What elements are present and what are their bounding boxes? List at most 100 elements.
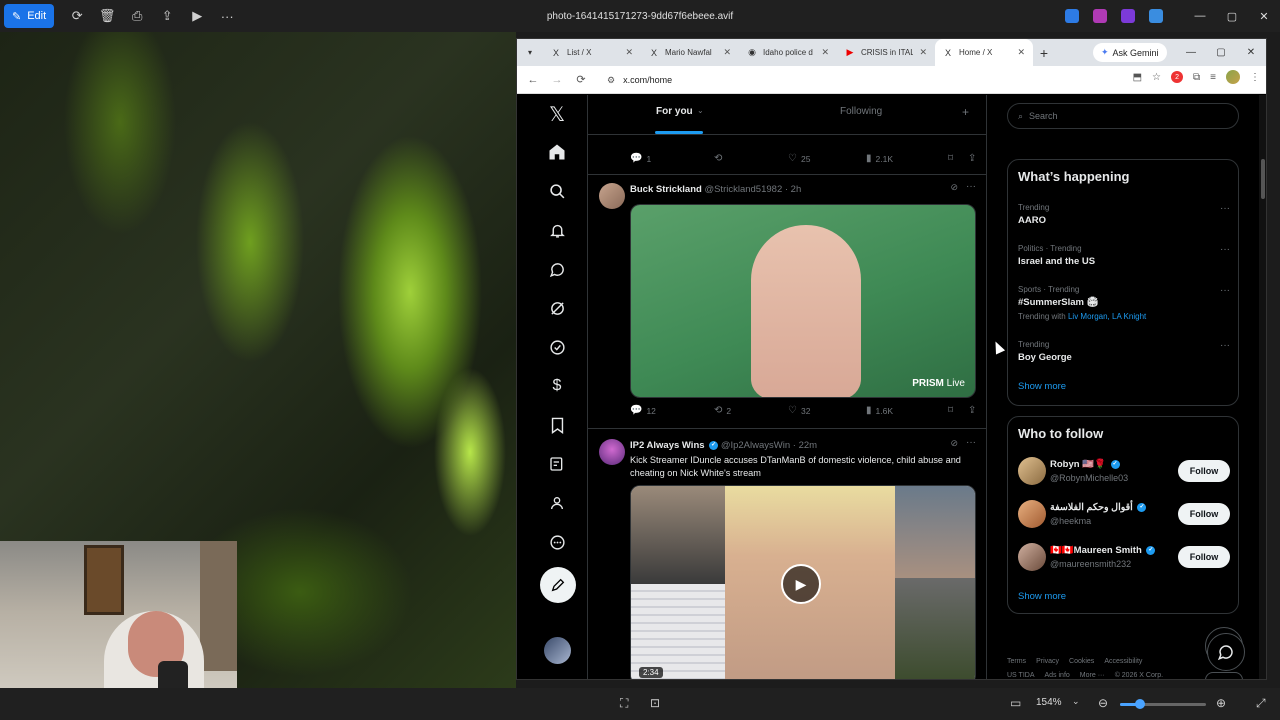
footer-link[interactable]: Terms	[1007, 658, 1026, 665]
menu-icon[interactable]: ⋮	[1250, 72, 1260, 83]
tab-home-x[interactable]: X Home / X ✕	[935, 39, 1033, 66]
notifications-bell-icon[interactable]	[544, 217, 570, 243]
share-button[interactable]: ⇪	[968, 405, 976, 416]
grok-explain-icon[interactable]: ⊘	[950, 438, 958, 449]
footer-link[interactable]: Privacy	[1036, 658, 1059, 665]
tab-idaho-police[interactable]: ◉ Idaho police d ✕	[739, 39, 837, 66]
monetization-icon[interactable]: $	[544, 373, 570, 399]
trend-related-link[interactable]: Liv Morgan, LA Knight	[1068, 312, 1146, 321]
trend-more-icon[interactable]: ···	[1220, 203, 1230, 214]
views-button[interactable]: ▮ 1.6K	[866, 405, 948, 416]
bookmarks-icon[interactable]	[544, 412, 570, 438]
tweet-more-icon[interactable]: ···	[966, 437, 976, 448]
repost-button[interactable]: ⟲ 2	[714, 405, 788, 416]
suggestion-avatar[interactable]	[1018, 543, 1046, 571]
tab-mario-nawfal[interactable]: X Mario Nawfal ✕	[641, 39, 739, 66]
explore-search-icon[interactable]	[544, 178, 570, 204]
trend-more-icon[interactable]: ···	[1220, 285, 1230, 296]
grok-explain-icon[interactable]: ⊘	[950, 182, 958, 193]
trend-item[interactable]: Politics · Trending Israel and the US ··…	[1018, 244, 1230, 267]
trend-item[interactable]: Sports · Trending #SummerSlam 🏟 Trending…	[1018, 285, 1230, 321]
like-button[interactable]: ♡ 32	[788, 405, 866, 416]
edit-button[interactable]: ✎ Edit	[4, 4, 55, 28]
tweet-video[interactable]: ▶ 2:34	[630, 485, 976, 679]
minimize-icon[interactable]: —	[1176, 39, 1206, 66]
cloud-icon[interactable]	[1149, 9, 1163, 23]
messages-icon[interactable]	[544, 256, 570, 282]
tab-list-x[interactable]: X List / X ✕	[543, 39, 641, 66]
zoom-out-icon[interactable]: ⊖	[1098, 696, 1108, 710]
slideshow-icon[interactable]: ▶	[182, 4, 212, 28]
follow-suggestion[interactable]: Robyn 🇺🇸🌹 ✓ @RobynMichelle03 Follow	[1018, 455, 1230, 489]
show-more-follow-link[interactable]: Show more	[1018, 591, 1066, 602]
reply-button[interactable]: 💬 1	[630, 153, 714, 164]
views-button[interactable]: ▮ 2.1K	[866, 153, 948, 164]
maximize-icon[interactable]: ▢	[1216, 0, 1248, 32]
chat-floating-button[interactable]	[1207, 633, 1245, 671]
compose-post-button[interactable]	[540, 567, 576, 603]
tweet-more-icon[interactable]: ···	[966, 181, 976, 192]
tab-close-icon[interactable]: ✕	[821, 47, 829, 58]
app-icon-violet[interactable]	[1121, 9, 1135, 23]
trend-item[interactable]: Trending Boy George ···	[1018, 340, 1230, 363]
x-logo-icon[interactable]: 𝕏	[544, 101, 570, 127]
tab-close-icon[interactable]: ✕	[625, 47, 633, 58]
add-feed-icon[interactable]: +	[962, 105, 969, 119]
tweet-avatar[interactable]	[599, 183, 625, 209]
tab-close-icon[interactable]: ✕	[723, 47, 731, 58]
trend-more-icon[interactable]: ···	[1220, 244, 1230, 255]
tweet-video[interactable]: PRISM Live	[630, 204, 976, 398]
more-icon[interactable]: ···	[212, 4, 242, 28]
close-icon[interactable]: ✕	[1248, 0, 1280, 32]
crop-icon[interactable]: ⛶	[620, 696, 628, 711]
play-icon[interactable]: ▶	[781, 564, 821, 604]
ask-gemini-button[interactable]: ✦ Ask Gemini	[1093, 43, 1167, 62]
bookmark-button[interactable]: ⌑	[948, 153, 968, 164]
tab-crisis-italy[interactable]: ▶ CRISIS in ITALY ✕	[837, 39, 935, 66]
tweet-avatar[interactable]	[599, 439, 625, 465]
extensions-icon[interactable]: ⧉	[1193, 72, 1200, 83]
messages-floating-button[interactable]	[1205, 672, 1243, 679]
zoom-level[interactable]: 154%	[1036, 697, 1062, 708]
account-avatar[interactable]	[544, 637, 571, 664]
trend-more-icon[interactable]: ···	[1220, 340, 1230, 351]
bookmark-star-icon[interactable]: ☆	[1152, 72, 1161, 83]
media-control-icon[interactable]: ≡	[1210, 72, 1216, 83]
new-tab-button[interactable]: +	[1033, 45, 1055, 61]
tab-for-you[interactable]: For you	[656, 106, 693, 117]
tweet[interactable]: IP2 Always Wins ✓ @Ip2AlwaysWin · 22m ⊘ …	[588, 431, 986, 679]
reload-icon[interactable]: ⟳	[569, 73, 593, 86]
tweet[interactable]: Buck Strickland @Strickland51982 · 2h ⊘ …	[588, 174, 986, 429]
suggestion-avatar[interactable]	[1018, 500, 1046, 528]
share-icon[interactable]: ⇪	[152, 4, 182, 28]
back-icon[interactable]: ←	[521, 74, 545, 86]
footer-link[interactable]: Accessibility	[1104, 658, 1142, 665]
print-icon[interactable]: ⎙	[122, 4, 152, 28]
zoom-slider-knob[interactable]	[1135, 699, 1145, 709]
extension-badge-icon[interactable]: 2	[1171, 71, 1184, 83]
footer-link[interactable]: Ads info	[1045, 672, 1070, 679]
maximize-icon[interactable]: ▢	[1206, 39, 1236, 66]
verified-badge-icon[interactable]	[544, 334, 570, 360]
fullscreen-icon[interactable]: ⤢	[1256, 696, 1266, 711]
show-more-trends-link[interactable]: Show more	[1018, 381, 1066, 392]
bookmark-button[interactable]: ⌑	[948, 405, 968, 416]
scrollbar-thumb[interactable]	[1261, 159, 1265, 199]
more-options-icon[interactable]	[544, 529, 570, 555]
tab-following[interactable]: Following	[840, 106, 882, 117]
follow-suggestion[interactable]: أقوال وحكم الفلاسفة ✓ @heekma Follow	[1018, 498, 1230, 532]
home-icon[interactable]	[544, 139, 570, 165]
tab-list-icon[interactable]: ▾	[517, 39, 543, 66]
minimize-icon[interactable]: —	[1184, 0, 1216, 32]
page-scrollbar[interactable]	[1259, 95, 1266, 679]
tab-close-icon[interactable]: ✕	[1017, 47, 1025, 58]
footer-link[interactable]: Cookies	[1069, 658, 1094, 665]
close-icon[interactable]: ✕	[1236, 39, 1266, 66]
follow-button[interactable]: Follow	[1178, 503, 1230, 525]
follow-suggestion[interactable]: 🇨🇦🇨🇦Maureen Smith ✓ @maureensmith232 Fol…	[1018, 541, 1230, 575]
zoom-in-icon[interactable]: ⊕	[1216, 696, 1226, 710]
text-recognition-icon[interactable]: ⊡	[650, 696, 660, 710]
trend-item[interactable]: Trending AARO ···	[1018, 203, 1230, 226]
share-button[interactable]: ⇪	[968, 153, 976, 164]
articles-icon[interactable]	[544, 451, 570, 477]
